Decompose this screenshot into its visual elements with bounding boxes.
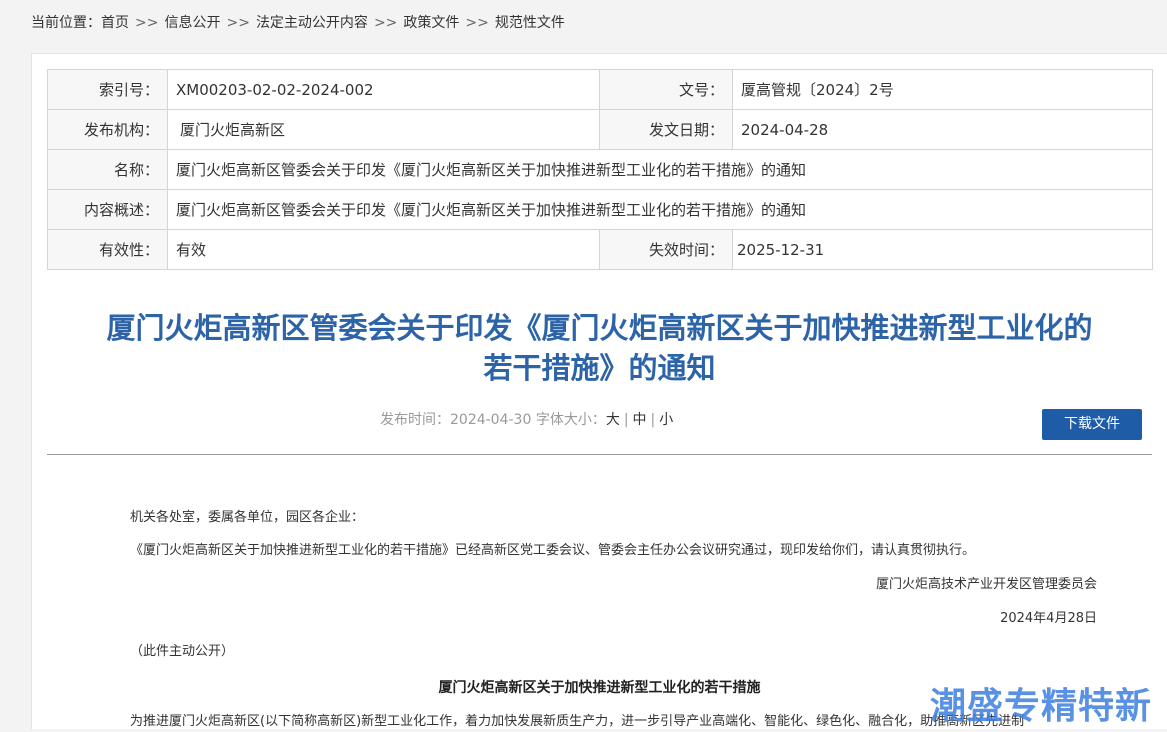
sign-date: 2024年4月28日 (1000, 611, 1097, 626)
table-row: 发布机构： 厦门火炬高新区 发文日期： 2024-04-28 (47, 109, 1153, 150)
breadcrumb-separator: >> (373, 15, 398, 31)
issuer-value: 厦门火炬高新区 (167, 109, 600, 150)
breadcrumb-prefix: 当前位置： (31, 15, 101, 31)
issuer-label: 发布机构： (47, 109, 168, 150)
font-size-divider: | (650, 412, 656, 428)
name-value: 厦门火炬高新区管委会关于印发《厦门火炬高新区关于加快推进新型工业化的若干措施》的… (167, 149, 1153, 190)
title-divider (47, 454, 1152, 455)
download-file-button[interactable]: 下载文件 (1042, 409, 1142, 440)
name-label: 名称： (47, 149, 168, 190)
breadcrumb-policy-link[interactable]: 政策文件 (403, 15, 459, 31)
article-title-line1: 厦门火炬高新区管委会关于印发《厦门火炬高新区关于加快推进新型工业化的 (106, 311, 1093, 345)
font-size-divider: | (623, 412, 629, 428)
publish-label: 发布时间： (380, 412, 450, 428)
disclosure-note: （此件主动公开） (130, 644, 235, 659)
validity-label: 有效性： (47, 229, 168, 270)
breadcrumb-home-link[interactable]: 首页 (101, 15, 129, 31)
date-value: 2024-04-28 (732, 109, 1153, 150)
font-size-large-link[interactable]: 大 (606, 412, 620, 428)
docno-value: 厦高管规〔2024〕2号 (732, 69, 1153, 110)
summary-label: 内容概述： (47, 189, 168, 230)
docno-label: 文号： (599, 69, 733, 110)
breadcrumb-normative-link[interactable]: 规范性文件 (495, 15, 565, 31)
article-title: 厦门火炬高新区管委会关于印发《厦门火炬高新区关于加快推进新型工业化的 若干措施》… (47, 308, 1152, 388)
table-row: 内容概述： 厦门火炬高新区管委会关于印发《厦门火炬高新区关于加快推进新型工业化的… (47, 189, 1153, 230)
breadcrumb-statutory-link[interactable]: 法定主动公开内容 (256, 15, 368, 31)
index-value: XM00203-02-02-2024-002 (167, 69, 600, 110)
document-meta-table: 索引号： XM00203-02-02-2024-002 文号： 厦高管规〔202… (47, 69, 1153, 270)
summary-value: 厦门火炬高新区管委会关于印发《厦门火炬高新区关于加快推进新型工业化的若干措施》的… (167, 189, 1153, 230)
intro-paragraph: 《厦门火炬高新区关于加快推进新型工业化的若干措施》已经高新区党工委会议、管委会主… (130, 543, 976, 558)
font-size-medium-link[interactable]: 中 (633, 412, 647, 428)
table-row: 名称： 厦门火炬高新区管委会关于印发《厦门火炬高新区关于加快推进新型工业化的若干… (47, 149, 1153, 190)
breadcrumb-separator: >> (226, 15, 250, 31)
signer: 厦门火炬高技术产业开发区管理委员会 (875, 577, 1097, 592)
font-size-label: 字体大小： (535, 412, 606, 428)
breadcrumb-info-link[interactable]: 信息公开 (164, 15, 220, 31)
table-row: 索引号： XM00203-02-02-2024-002 文号： 厦高管规〔202… (47, 69, 1153, 110)
font-size-small-link[interactable]: 小 (659, 412, 673, 428)
expire-label: 失效时间： (599, 229, 733, 270)
expire-value: 2025-12-31 (732, 229, 1153, 270)
breadcrumb: 当前位置：首页 >> 信息公开 >> 法定主动公开内容 >> 政策文件 >> 规范性文件 (31, 13, 565, 33)
breadcrumb-separator: >> (135, 15, 159, 31)
publish-date: 2024-04-30 (450, 412, 532, 428)
index-label: 索引号： (47, 69, 168, 110)
article-title-line2: 若干措施》的通知 (483, 351, 716, 385)
table-row: 有效性： 有效 失效时间： 2025-12-31 (47, 229, 1153, 270)
publish-info: 发布时间：2024-04-30 字体大小：大 | 中 | 小 (380, 409, 710, 431)
date-label: 发文日期： (599, 109, 733, 150)
validity-value: 有效 (167, 229, 600, 270)
brand-watermark: 潮盛专精特新 (930, 686, 1153, 727)
breadcrumb-separator: >> (465, 15, 489, 31)
salutation: 机关各处室，委属各单位，园区各企业： (130, 510, 365, 525)
